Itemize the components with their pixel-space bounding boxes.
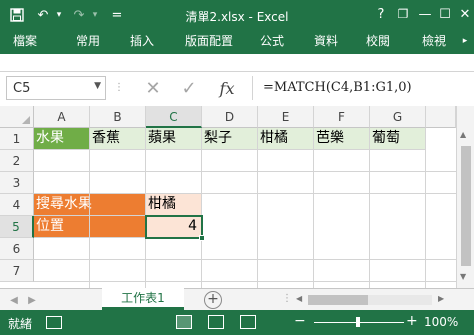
maximize-button[interactable]: ☐: [435, 4, 455, 24]
zoom-in-button[interactable]: +: [406, 313, 418, 329]
name-box[interactable]: C5 ▼: [6, 76, 106, 100]
status-bar: 就緒 − + 100%: [0, 310, 474, 335]
cancel-icon[interactable]: ✕: [138, 76, 168, 100]
collapsed-ribbon-area: [0, 54, 474, 72]
formula-buttons: ✕ ✓ fx: [130, 76, 245, 100]
insert-function-icon[interactable]: fx: [212, 76, 242, 100]
worksheet-grid[interactable]: A B C D E F G ▲ ▼ 1 2 3 4 5 6 7 水果 香蕉 蘋果…: [0, 106, 474, 288]
tab-home[interactable]: 常用: [66, 30, 110, 54]
page-break-preview-icon[interactable]: [240, 315, 256, 329]
ribbon-tabs: 檔案 常用 插入 版面配置 公式 資料 校閱 檢視 ▸: [0, 30, 474, 54]
zoom-slider[interactable]: [314, 317, 404, 327]
horizontal-scroll-track[interactable]: [308, 295, 432, 305]
gridlines: [89, 150, 426, 288]
scroll-up-icon[interactable]: ▲: [460, 130, 466, 139]
formula-text: =MATCH(C4,B1:G1,0): [263, 80, 412, 95]
name-box-value: C5: [13, 81, 31, 96]
scroll-left-icon[interactable]: ◀: [296, 294, 302, 303]
formula-input[interactable]: =MATCH(C4,B1:G1,0): [252, 76, 468, 100]
tab-file[interactable]: 檔案: [0, 30, 50, 54]
tab-splitter-icon[interactable]: ⋮: [282, 293, 292, 304]
add-sheet-button[interactable]: +: [204, 291, 222, 309]
sheet-prev-icon[interactable]: ◀: [6, 291, 22, 309]
close-button[interactable]: ✕: [455, 4, 474, 24]
ribbon-display-options-icon[interactable]: ❐: [393, 4, 413, 24]
horizontal-scroll-thumb[interactable]: [308, 295, 368, 305]
enter-icon[interactable]: ✓: [174, 76, 204, 100]
tab-page-layout[interactable]: 版面配置: [176, 30, 242, 54]
chevron-down-icon[interactable]: ▼: [94, 81, 101, 91]
tab-formulas[interactable]: 公式: [250, 30, 294, 54]
ribbon-scroll-right-icon[interactable]: ▸: [458, 30, 472, 54]
page-layout-view-icon[interactable]: [208, 315, 224, 329]
zoom-slider-knob[interactable]: [356, 317, 360, 327]
horizontal-scrollbar[interactable]: ◀ ▶: [296, 293, 456, 307]
zoom-out-button[interactable]: −: [294, 313, 306, 329]
scroll-down-icon[interactable]: ▼: [460, 272, 466, 281]
tab-insert[interactable]: 插入: [120, 30, 164, 54]
tab-view[interactable]: 檢視: [412, 30, 456, 54]
title-bar: ↶ ▾ ↷ ▾ = 清單2.xlsx - Excel ? ❐ — ☐ ✕: [0, 0, 474, 30]
sheet-tab-active[interactable]: 工作表1: [102, 288, 184, 310]
vertical-scroll-thumb[interactable]: [461, 146, 471, 266]
status-ready: 就緒: [8, 317, 33, 331]
zoom-level[interactable]: 100%: [424, 315, 458, 329]
macro-record-icon[interactable]: [46, 316, 62, 329]
help-button[interactable]: ?: [371, 4, 391, 24]
resize-handle-icon[interactable]: ⋮: [114, 82, 124, 93]
tab-review[interactable]: 校閱: [356, 30, 400, 54]
normal-view-icon[interactable]: [176, 315, 192, 329]
sheet-tab-bar: ◀ ▶ 工作表1 + ⋮ ◀ ▶: [0, 288, 474, 310]
vertical-scrollbar[interactable]: ▲ ▼: [456, 106, 474, 288]
tab-data[interactable]: 資料: [304, 30, 348, 54]
minimize-button[interactable]: —: [415, 4, 435, 24]
scroll-right-icon[interactable]: ▶: [438, 294, 444, 303]
sheet-next-icon[interactable]: ▶: [24, 291, 40, 309]
formula-bar: C5 ▼ ⋮ ✕ ✓ fx =MATCH(C4,B1:G1,0): [0, 72, 474, 106]
